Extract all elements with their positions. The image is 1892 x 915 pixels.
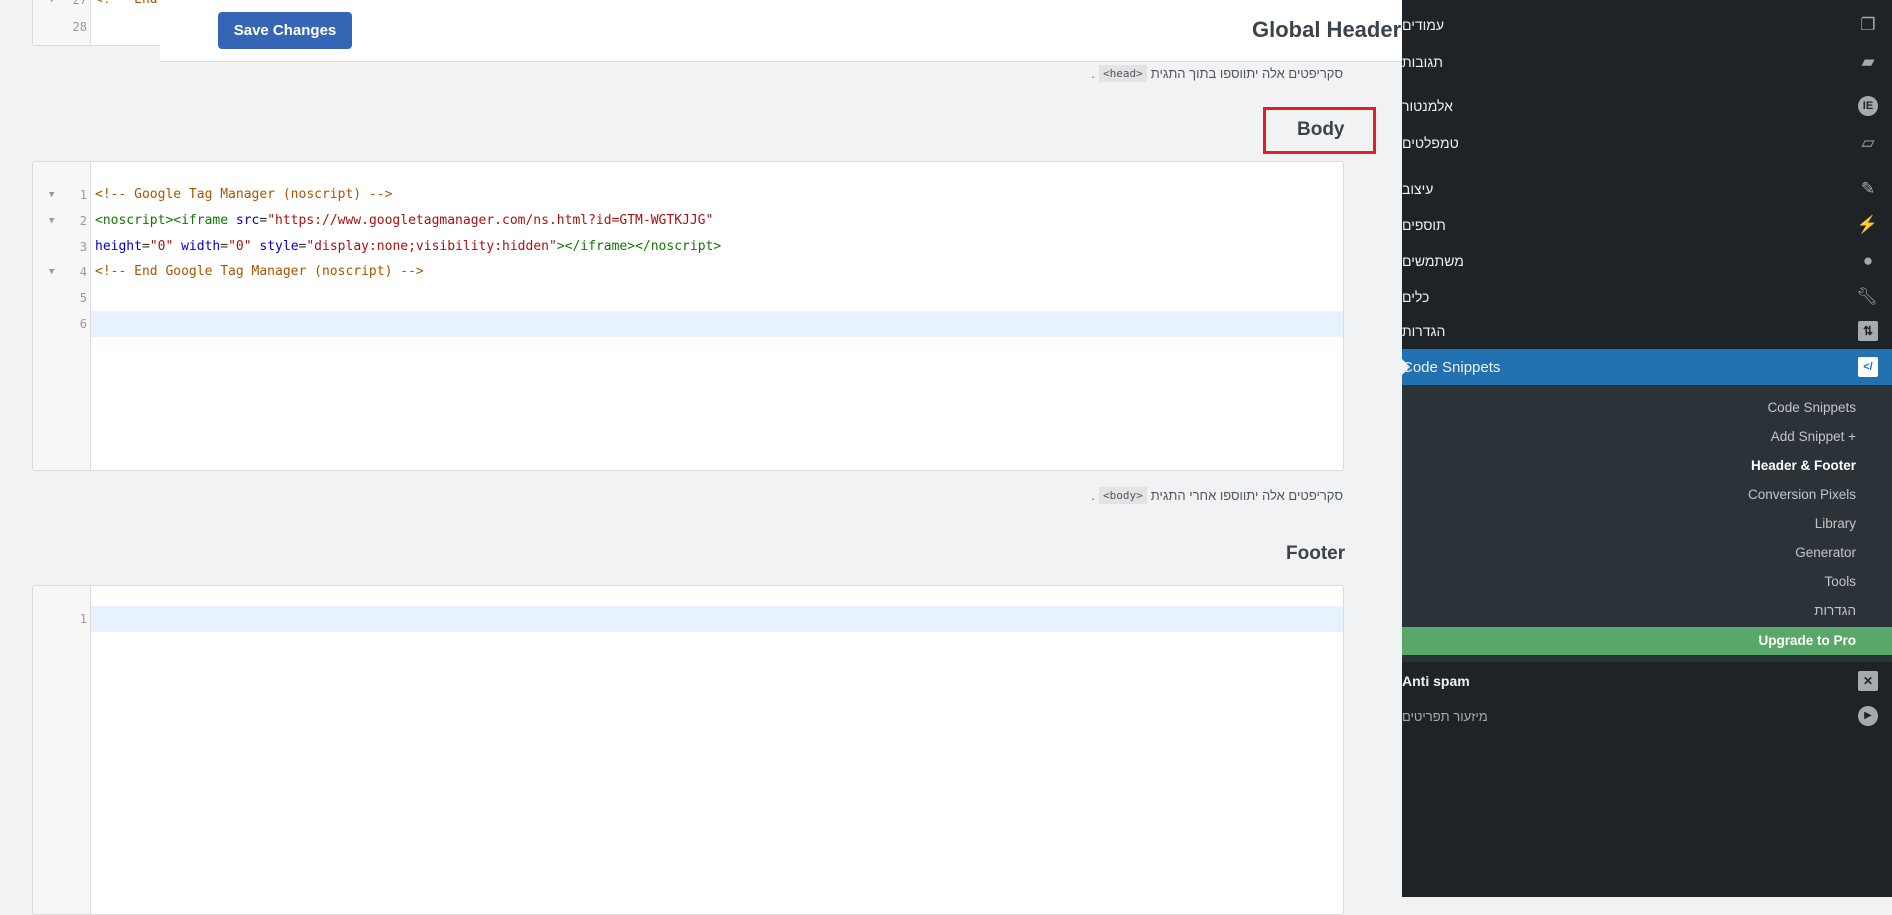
sidebar-item-anti-spam[interactable]: ✕ Anti spam <box>1402 663 1892 699</box>
sidebar-item-users[interactable]: ● משתמשים <box>1402 243 1892 279</box>
footer-code-editor[interactable]: 1 <box>32 585 1344 915</box>
sidebar-item-label: משתמשים <box>1402 253 1464 269</box>
code-line: ▼ 1 <!-- Google Tag Manager (noscript) --> <box>33 182 1343 208</box>
description-suffix: . <box>1091 488 1096 503</box>
sidebar-item-label: מיזעור תפריטים <box>1402 708 1488 724</box>
settings-icon: ⇅ <box>1858 321 1878 341</box>
submenu-library[interactable]: Library <box>1815 516 1856 531</box>
line-number: 6 <box>79 317 87 331</box>
sidebar-item-label: אלמנטור <box>1402 98 1453 114</box>
submenu-tools[interactable]: Tools <box>1824 574 1856 589</box>
code-line: 1 <box>33 606 1343 632</box>
user-icon: ● <box>1862 251 1874 270</box>
code-text: <!-- Google Tag Manager (noscript) --> <box>95 187 393 202</box>
sidebar-item-comments[interactable]: ▰ תגובות <box>1402 44 1892 80</box>
body-description: סקריפטים אלה יתווספו אחרי התגית <body> . <box>1091 487 1343 504</box>
code-text: height="0" width="0" style="display:none… <box>95 239 722 254</box>
submenu-header-footer[interactable]: Header & Footer <box>1751 458 1856 473</box>
code-text: <!-- End Google Tag Manager (noscript) -… <box>95 264 424 279</box>
code-line: 3 height="0" width="0" style="display:non… <box>33 234 1343 260</box>
line-number: 1 <box>79 188 87 202</box>
line-number: 3 <box>79 240 87 254</box>
active-indicator-arrow <box>1402 359 1410 375</box>
folder-icon: ▱ <box>1861 133 1875 152</box>
sidebar-item-templates[interactable]: ▱ טמפלטים <box>1402 125 1892 161</box>
sidebar-item-label: תגובות <box>1402 54 1443 70</box>
sidebar-item-label: עמודים <box>1402 17 1445 33</box>
collapse-icon: ▶ <box>1858 706 1878 726</box>
sidebar-item-tools[interactable]: 🔧︎ כלים <box>1402 279 1892 315</box>
submenu-conversion-pixels[interactable]: Conversion Pixels <box>1748 487 1856 502</box>
comments-icon: ▰ <box>1861 52 1875 71</box>
code-text: <!-- End <box>95 0 158 13</box>
sidebar-item-label: הגדרות <box>1402 323 1446 339</box>
fold-arrow-icon[interactable]: ▼ <box>49 182 54 208</box>
line-number: 2 <box>79 214 87 228</box>
line-number: 28 <box>72 20 87 34</box>
description-suffix: . <box>1091 66 1095 81</box>
code-snippets-submenu: Code Snippets Add Snippet + Header & Foo… <box>1402 385 1892 662</box>
sidebar-item-elementor[interactable]: IE אלמנטור <box>1402 88 1892 124</box>
code-line: 5 <box>33 285 1343 311</box>
sidebar-item-label: טמפלטים <box>1402 135 1459 151</box>
sidebar-item-label: תוספים <box>1402 217 1446 233</box>
head-tag-code: <head> <box>1098 65 1147 82</box>
elementor-icon: IE <box>1858 96 1878 116</box>
antispam-icon: ✕ <box>1858 671 1878 691</box>
body-tag-code: <body> <box>1099 487 1147 504</box>
fold-arrow-icon[interactable]: ▼ <box>49 259 54 285</box>
sidebar-item-code-snippets[interactable]: /> Code Snippets <box>1402 349 1892 385</box>
sidebar-item-label: Anti spam <box>1402 673 1470 689</box>
body-heading: Body <box>1297 119 1345 140</box>
code-icon: /> <box>1858 357 1878 377</box>
line-number: 4 <box>79 265 87 279</box>
head-description: סקריפטים אלה יתווספו בתוך התגית <head> . <box>1091 65 1343 82</box>
editor-gutter <box>33 586 91 914</box>
sidebar-item-label: Code Snippets <box>1402 358 1501 376</box>
wrench-icon: 🔧︎ <box>1856 287 1878 306</box>
admin-sidebar: ❐ עמודים ▰ תגובות IE אלמנטור ▱ טמפלטים ✎ עיצו… <box>1402 0 1892 897</box>
pages-icon: ❐ <box>1860 15 1876 34</box>
brush-icon: ✎ <box>1860 179 1876 198</box>
code-line: ▼ 2 <noscript><iframe src="https://www.goo… <box>33 208 1343 234</box>
submenu-generator[interactable]: Generator <box>1795 545 1856 560</box>
sidebar-item-label: כלים <box>1402 289 1430 305</box>
fold-arrow-icon[interactable]: ▼ <box>49 0 54 13</box>
description-text: סקריפטים אלה יתווספו אחרי התגית <box>1150 488 1343 503</box>
line-number: 1 <box>79 612 87 626</box>
line-number: 27 <box>72 0 87 7</box>
sidebar-item-plugins[interactable]: ⚡ תוספים <box>1402 207 1892 243</box>
submenu-settings[interactable]: הגדרות <box>1814 603 1856 618</box>
line-number: 5 <box>79 291 87 305</box>
upgrade-to-pro-button[interactable]: Upgrade to Pro <box>1402 627 1892 655</box>
save-changes-button[interactable]: Save Changes <box>218 12 352 49</box>
sidebar-item-appearance[interactable]: ✎ עיצוב <box>1402 171 1892 207</box>
code-line: 6 <box>33 311 1343 337</box>
code-line: ▼ 4 <!-- End Google Tag Manager (noscript)… <box>33 259 1343 285</box>
page-title: Global Header <box>1252 17 1402 42</box>
submenu-add-snippet[interactable]: Add Snippet + <box>1771 429 1856 444</box>
sidebar-item-settings[interactable]: ⇅ הגדרות <box>1402 313 1892 349</box>
body-code-editor[interactable]: ▼ 1 <!-- Google Tag Manager (noscript) -->… <box>32 161 1344 471</box>
plugin-icon: ⚡ <box>1856 215 1878 234</box>
sticky-topbar: Save Changes Global Header <box>160 0 1402 62</box>
sidebar-item-pages[interactable]: ❐ עמודים <box>1402 7 1892 43</box>
footer-heading: Footer <box>1286 543 1346 564</box>
code-text: <noscript><iframe src="https://www.googl… <box>95 213 714 228</box>
submenu-code-snippets[interactable]: Code Snippets <box>1767 400 1856 415</box>
sidebar-item-label: עיצוב <box>1402 181 1434 197</box>
description-text: סקריפטים אלה יתווספו בתוך התגית <box>1150 66 1343 81</box>
collapse-menu-button[interactable]: ▶ מיזעור תפריטים <box>1402 698 1892 734</box>
fold-arrow-icon[interactable]: ▼ <box>49 208 54 234</box>
